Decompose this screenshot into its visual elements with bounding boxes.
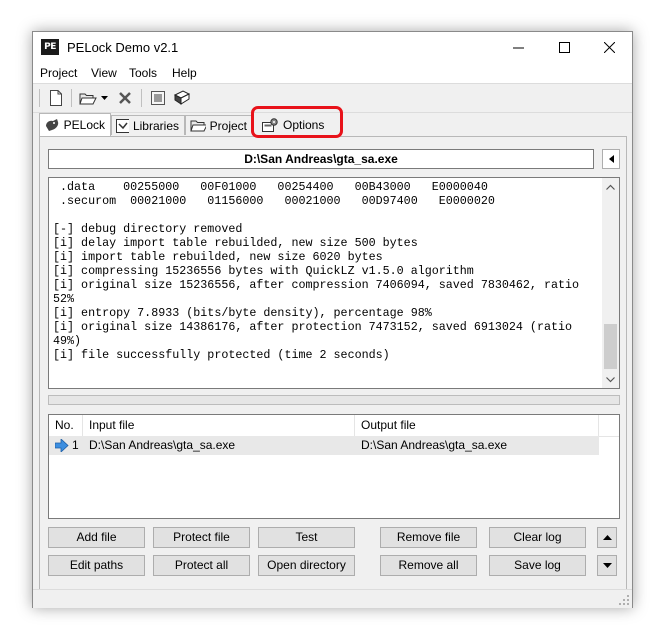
- row-output-file: D:\San Andreas\gta_sa.exe: [361, 438, 508, 452]
- minimize-icon: [512, 47, 524, 49]
- delete-button[interactable]: [116, 89, 134, 107]
- log-line: 49%): [53, 334, 82, 348]
- app-window: PE PELock Demo v2.1 Project View Tools H…: [32, 31, 633, 608]
- tab-libraries[interactable]: Libraries: [111, 115, 185, 135]
- open-directory-button[interactable]: Open directory: [258, 555, 355, 576]
- menu-view[interactable]: View: [91, 66, 117, 80]
- log-line: [i] delay import table rebuilded, new si…: [53, 236, 418, 250]
- path-history-button[interactable]: [602, 149, 620, 169]
- log-line: [i] original size 15236556, after compre…: [53, 278, 580, 292]
- log-line: [i] file successfully protected (time 2 …: [53, 348, 390, 362]
- delete-icon: [119, 92, 131, 104]
- log-scrollbar[interactable]: [602, 178, 619, 388]
- progress-bar: [48, 395, 620, 405]
- new-document-icon: [50, 90, 62, 106]
- pelock-app-icon: PE: [41, 39, 59, 55]
- row-input-file: D:\San Andreas\gta_sa.exe: [89, 438, 236, 452]
- arrow-left-icon: [608, 155, 614, 163]
- protect-file-button[interactable]: Protect file: [153, 527, 250, 548]
- pelock-icon: [46, 119, 59, 131]
- tab-project[interactable]: Project: [185, 115, 253, 135]
- log-output[interactable]: .data 00255000 00F01000 00254400 00B4300…: [48, 177, 620, 389]
- status-bar: [33, 589, 632, 608]
- log-line: .data 00255000 00F01000 00254400 00B4300…: [53, 180, 488, 194]
- options-tab-highlight: [251, 106, 343, 138]
- scroll-down-button[interactable]: [602, 371, 619, 388]
- log-line: .securom 00021000 01156000 00021000 00D9…: [53, 194, 495, 208]
- scroll-up-button[interactable]: [602, 178, 619, 195]
- arrow-right-icon: [55, 439, 69, 452]
- save-log-button[interactable]: Save log: [489, 555, 586, 576]
- log-line: [i] original size 14386176, after protec…: [53, 320, 573, 334]
- open-button[interactable]: [78, 89, 98, 107]
- move-down-button[interactable]: [597, 555, 617, 576]
- pelock-tab-panel: D:\San Andreas\gta_sa.exe .data 00255000…: [39, 136, 627, 591]
- clear-log-button[interactable]: Clear log: [489, 527, 586, 548]
- libraries-icon: [116, 118, 129, 133]
- title-bar[interactable]: PE PELock Demo v2.1: [33, 32, 632, 63]
- log-line: 52%: [53, 292, 75, 306]
- file-list-header: No. Input file Output file: [49, 415, 619, 437]
- resize-grip-icon[interactable]: [618, 594, 630, 606]
- protect-icon: [151, 91, 165, 105]
- scroll-thumb[interactable]: [604, 324, 617, 369]
- toolbar-separator: [141, 89, 142, 107]
- log-text: .data 00255000 00F01000 00254400 00B4300…: [53, 180, 599, 362]
- tab-label: Project: [209, 118, 247, 133]
- menu-tools[interactable]: Tools: [129, 66, 157, 80]
- file-list[interactable]: No. Input file Output file 1 D:\San Andr…: [48, 414, 620, 519]
- minimize-button[interactable]: [495, 32, 541, 63]
- maximize-button[interactable]: [541, 32, 587, 63]
- toolbar-separator: [39, 89, 40, 107]
- log-line: [i] import table rebuilded, new size 602…: [53, 250, 383, 264]
- column-no[interactable]: No.: [49, 415, 83, 436]
- table-row[interactable]: 1 D:\San Andreas\gta_sa.exe D:\San Andre…: [49, 436, 599, 455]
- triangle-down-icon: [602, 563, 612, 568]
- add-file-button[interactable]: Add file: [48, 527, 145, 548]
- close-icon: [603, 42, 615, 53]
- dropdown-arrow-icon: [100, 96, 108, 100]
- project-icon: [190, 120, 206, 132]
- remove-all-button[interactable]: Remove all: [380, 555, 477, 576]
- move-up-button[interactable]: [597, 527, 617, 548]
- log-line: [i] compressing 15236556 bytes with Quic…: [53, 264, 474, 278]
- help-book-button[interactable]: [172, 89, 192, 107]
- maximize-icon: [558, 42, 570, 53]
- row-number: 1: [72, 438, 79, 452]
- window-title: PELock Demo v2.1: [67, 40, 179, 55]
- log-line: [i] entropy 7.8933 (bits/byte density), …: [53, 306, 432, 320]
- triangle-up-icon: [602, 535, 612, 540]
- menu-project[interactable]: Project: [40, 66, 77, 80]
- open-dropdown-button[interactable]: [99, 89, 109, 107]
- remove-file-button[interactable]: Remove file: [380, 527, 477, 548]
- file-path-field[interactable]: D:\San Andreas\gta_sa.exe: [48, 149, 594, 169]
- protect-button[interactable]: [148, 89, 168, 107]
- new-button[interactable]: [46, 89, 66, 107]
- toolbar-separator: [71, 89, 72, 107]
- chevron-down-icon: [606, 376, 615, 382]
- edit-paths-button[interactable]: Edit paths: [48, 555, 145, 576]
- menu-bar: Project View Tools Help: [33, 63, 632, 84]
- book-icon: [173, 90, 191, 105]
- column-output-file[interactable]: Output file: [355, 415, 599, 436]
- chevron-up-icon: [606, 184, 615, 190]
- tab-label: Libraries: [132, 118, 179, 133]
- tab-pelock[interactable]: PELock: [39, 113, 111, 136]
- column-input-file[interactable]: Input file: [83, 415, 355, 436]
- test-button[interactable]: Test: [258, 527, 355, 548]
- open-folder-icon: [79, 93, 97, 104]
- tab-label: PELock: [63, 118, 105, 132]
- close-button[interactable]: [586, 32, 632, 63]
- log-line: [-] debug directory removed: [53, 222, 243, 236]
- protect-all-button[interactable]: Protect all: [153, 555, 250, 576]
- menu-help[interactable]: Help: [172, 66, 197, 80]
